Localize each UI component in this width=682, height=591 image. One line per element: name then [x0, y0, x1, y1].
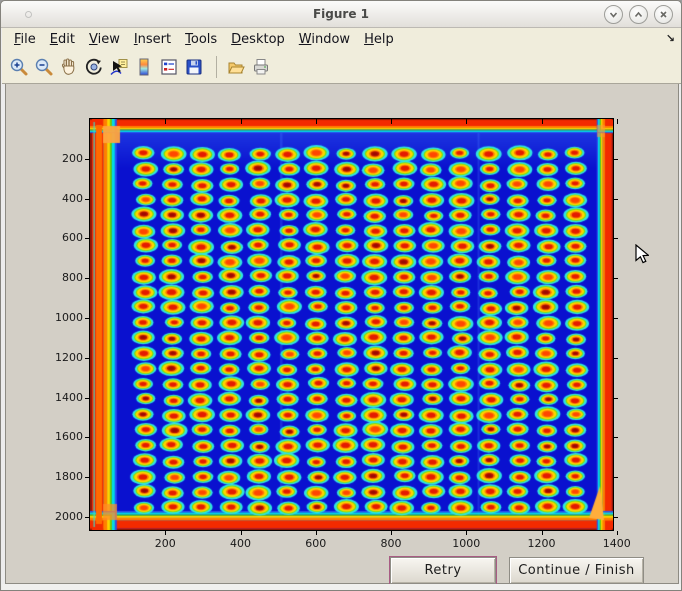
y-tick-label: 800 — [37, 271, 83, 284]
y-tick-mark — [614, 358, 618, 359]
toolbar-separator — [216, 56, 217, 78]
y-tick-mark — [85, 437, 89, 438]
y-tick-label: 1400 — [37, 391, 83, 404]
continue-finish-button[interactable]: Continue / Finish — [509, 557, 644, 584]
heatmap-plot[interactable] — [89, 118, 614, 531]
pan-button[interactable] — [57, 55, 81, 79]
zoom-out-icon — [34, 57, 54, 77]
x-tick-mark — [617, 531, 618, 535]
print-icon — [251, 57, 271, 77]
maximize-button[interactable] — [629, 5, 648, 24]
y-tick-mark — [85, 199, 89, 200]
x-tick-mark — [241, 119, 242, 124]
y-tick-label: 200 — [37, 152, 83, 165]
open-folder-icon — [226, 57, 246, 77]
window-bottom-frame — [2, 584, 682, 591]
menu-item-view[interactable]: View — [82, 30, 127, 49]
y-tick-label: 600 — [37, 231, 83, 244]
zoom-out-button[interactable] — [32, 55, 56, 79]
minimize-icon — [608, 9, 619, 20]
y-tick-label: 1800 — [37, 470, 83, 483]
rotate-3d-button[interactable] — [82, 55, 106, 79]
print-button[interactable] — [249, 55, 273, 79]
window-title: Figure 1 — [1, 7, 681, 21]
x-tick-mark — [316, 531, 317, 535]
insert-colorbar-icon — [134, 57, 154, 77]
menu-item-tools[interactable]: Tools — [178, 30, 224, 49]
y-tick-label: 1000 — [37, 311, 83, 324]
x-tick-label: 1200 — [517, 537, 567, 550]
y-tick-mark — [614, 278, 618, 279]
y-tick-mark — [85, 159, 89, 160]
y-tick-label: 2000 — [37, 510, 83, 523]
x-tick-mark — [316, 119, 317, 124]
zoom-in-button[interactable] — [7, 55, 31, 79]
minimize-button[interactable] — [604, 5, 623, 24]
y-tick-mark — [614, 238, 618, 239]
x-tick-label: 600 — [291, 537, 341, 550]
y-tick-mark — [85, 477, 89, 478]
y-tick-mark — [614, 437, 618, 438]
menu-item-desktop[interactable]: Desktop — [224, 30, 292, 49]
x-tick-mark — [241, 531, 242, 535]
menu-item-file[interactable]: File — [7, 30, 43, 49]
x-tick-mark — [165, 119, 166, 124]
x-tick-mark — [391, 119, 392, 124]
y-tick-mark — [614, 199, 618, 200]
insert-colorbar-button[interactable] — [132, 55, 156, 79]
insert-legend-icon — [159, 57, 179, 77]
close-icon — [658, 9, 669, 20]
data-cursor-icon — [109, 57, 129, 77]
menu-item-edit[interactable]: Edit — [43, 30, 82, 49]
y-tick-mark — [85, 278, 89, 279]
y-tick-mark — [85, 318, 89, 319]
y-tick-mark — [614, 477, 618, 478]
y-tick-mark — [614, 159, 618, 160]
y-tick-mark — [85, 517, 89, 518]
y-tick-mark — [614, 398, 618, 399]
x-tick-mark — [466, 119, 467, 124]
menu-overflow-icon[interactable]: ↘ — [666, 32, 675, 45]
y-tick-label: 1200 — [37, 351, 83, 364]
titlebar: Figure 1 — [1, 1, 681, 28]
menu-item-insert[interactable]: Insert — [127, 30, 178, 49]
x-tick-mark — [617, 119, 618, 124]
y-tick-label: 400 — [37, 192, 83, 205]
menu-item-window[interactable]: Window — [292, 30, 357, 49]
mouse-cursor — [635, 244, 649, 265]
x-tick-label: 1400 — [592, 537, 642, 550]
y-tick-mark — [614, 318, 618, 319]
figure-canvas-area: Retry Continue / Finish 200 400 600 800 1000… — [5, 84, 679, 584]
x-tick-label: 1000 — [441, 537, 491, 550]
zoom-in-icon — [9, 57, 29, 77]
x-tick-mark — [542, 119, 543, 124]
x-tick-label: 800 — [366, 537, 416, 550]
x-tick-mark — [542, 531, 543, 535]
x-tick-label: 400 — [216, 537, 266, 550]
maximize-icon — [633, 9, 644, 20]
save-icon — [184, 57, 204, 77]
x-tick-mark — [391, 531, 392, 535]
save-button[interactable] — [182, 55, 206, 79]
y-tick-label: 1600 — [37, 430, 83, 443]
retry-button[interactable]: Retry — [390, 557, 496, 584]
x-tick-label: 200 — [140, 537, 190, 550]
menubar: FileEditViewInsertToolsDesktopWindowHelp… — [2, 28, 682, 51]
data-cursor-button[interactable] — [107, 55, 131, 79]
y-tick-mark — [85, 358, 89, 359]
y-tick-mark — [85, 398, 89, 399]
x-tick-mark — [466, 531, 467, 535]
close-button[interactable] — [654, 5, 673, 24]
menu-item-help[interactable]: Help — [357, 30, 401, 49]
open-button[interactable] — [224, 55, 248, 79]
figure-window: Figure 1 FileEditViewInsertToolsDesktopW… — [0, 0, 682, 591]
x-tick-mark — [165, 531, 166, 535]
y-tick-mark — [85, 238, 89, 239]
rotate-3d-icon — [84, 57, 104, 77]
pan-hand-icon — [59, 57, 79, 77]
insert-legend-button[interactable] — [157, 55, 181, 79]
toolbar — [2, 51, 682, 84]
y-tick-mark — [614, 517, 618, 518]
